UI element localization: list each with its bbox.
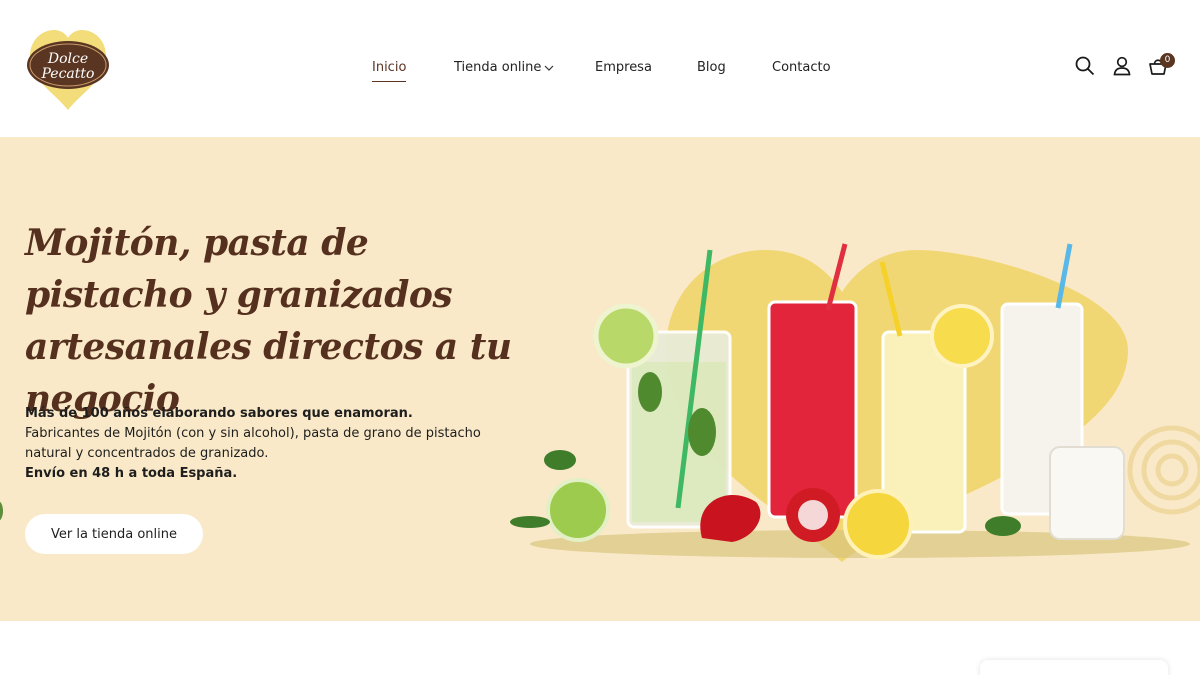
main-nav: Inicio Tienda online Empresa Blog Contac… [0, 0, 1200, 137]
hero-line-heritage: Más de 100 años elaborando sabores que e… [25, 406, 413, 421]
drinks-illustration [510, 243, 1200, 562]
hero-title: Mojitón, pasta de pistacho y granizados … [25, 222, 512, 420]
nav-item-tienda-online-label: Tienda online [454, 60, 542, 75]
search-icon[interactable] [1074, 55, 1096, 77]
nav-item-inicio[interactable]: Inicio [372, 60, 407, 82]
hero-line-products: Fabricantes de Mojitón (con y sin alcoho… [25, 426, 481, 461]
nav-item-tienda-online[interactable]: Tienda online [454, 60, 554, 75]
leaf-decoration [0, 501, 3, 521]
nav-item-empresa[interactable]: Empresa [595, 60, 652, 75]
cart-count-badge: 0 [1160, 53, 1175, 68]
nav-item-blog[interactable]: Blog [697, 60, 726, 75]
floating-card [980, 660, 1168, 675]
view-shop-button[interactable]: Ver la tienda online [25, 514, 203, 554]
chevron-down-icon [544, 65, 554, 71]
site-header: Dolce Pecatto Inicio Tienda online Empre… [0, 0, 1200, 137]
user-icon[interactable] [1111, 55, 1133, 77]
hero-line-shipping: Envío en 48 h a toda España. [25, 466, 238, 481]
hero-section: Mojitón, pasta de pistacho y granizados … [0, 137, 1200, 621]
nav-item-contacto[interactable]: Contacto [772, 60, 831, 75]
hero-description: Más de 100 años elaborando sabores que e… [25, 404, 495, 484]
